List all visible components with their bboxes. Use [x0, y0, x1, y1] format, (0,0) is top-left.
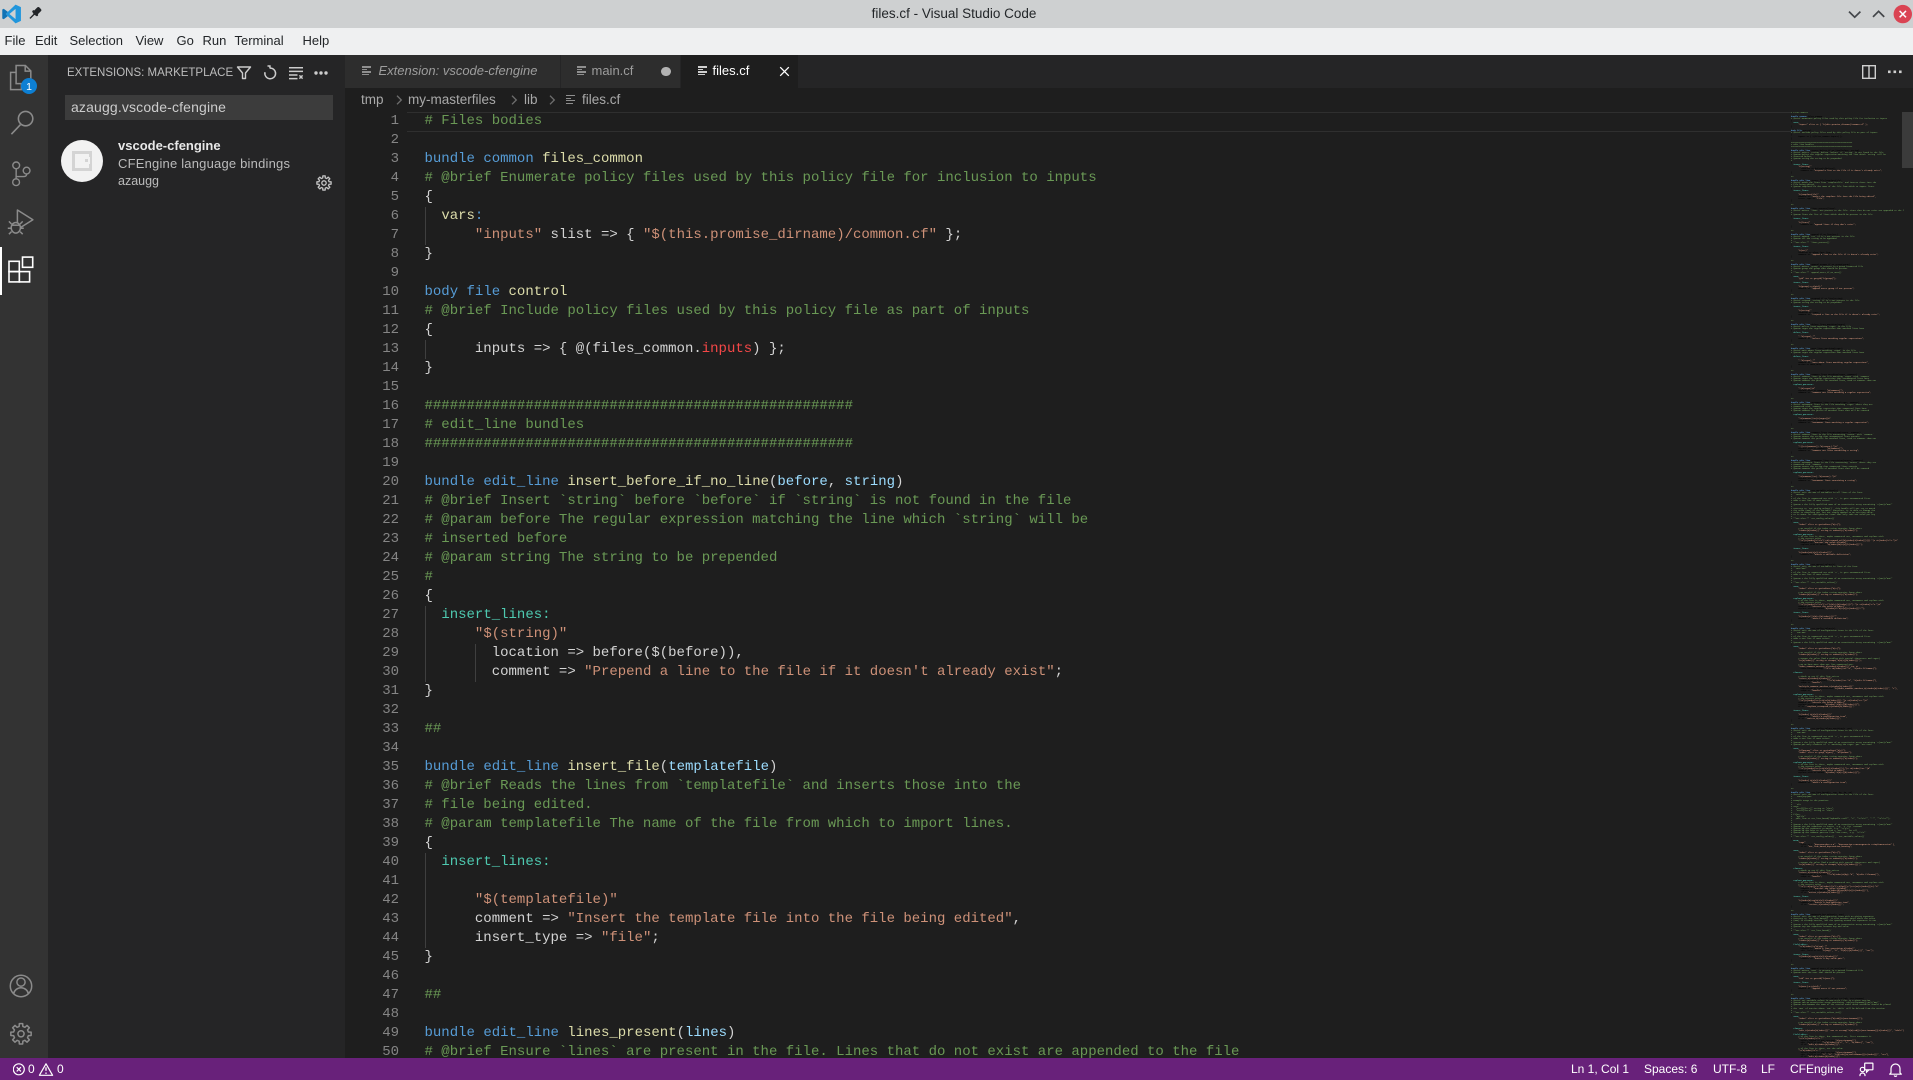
svg-text:1: 1	[26, 81, 32, 93]
